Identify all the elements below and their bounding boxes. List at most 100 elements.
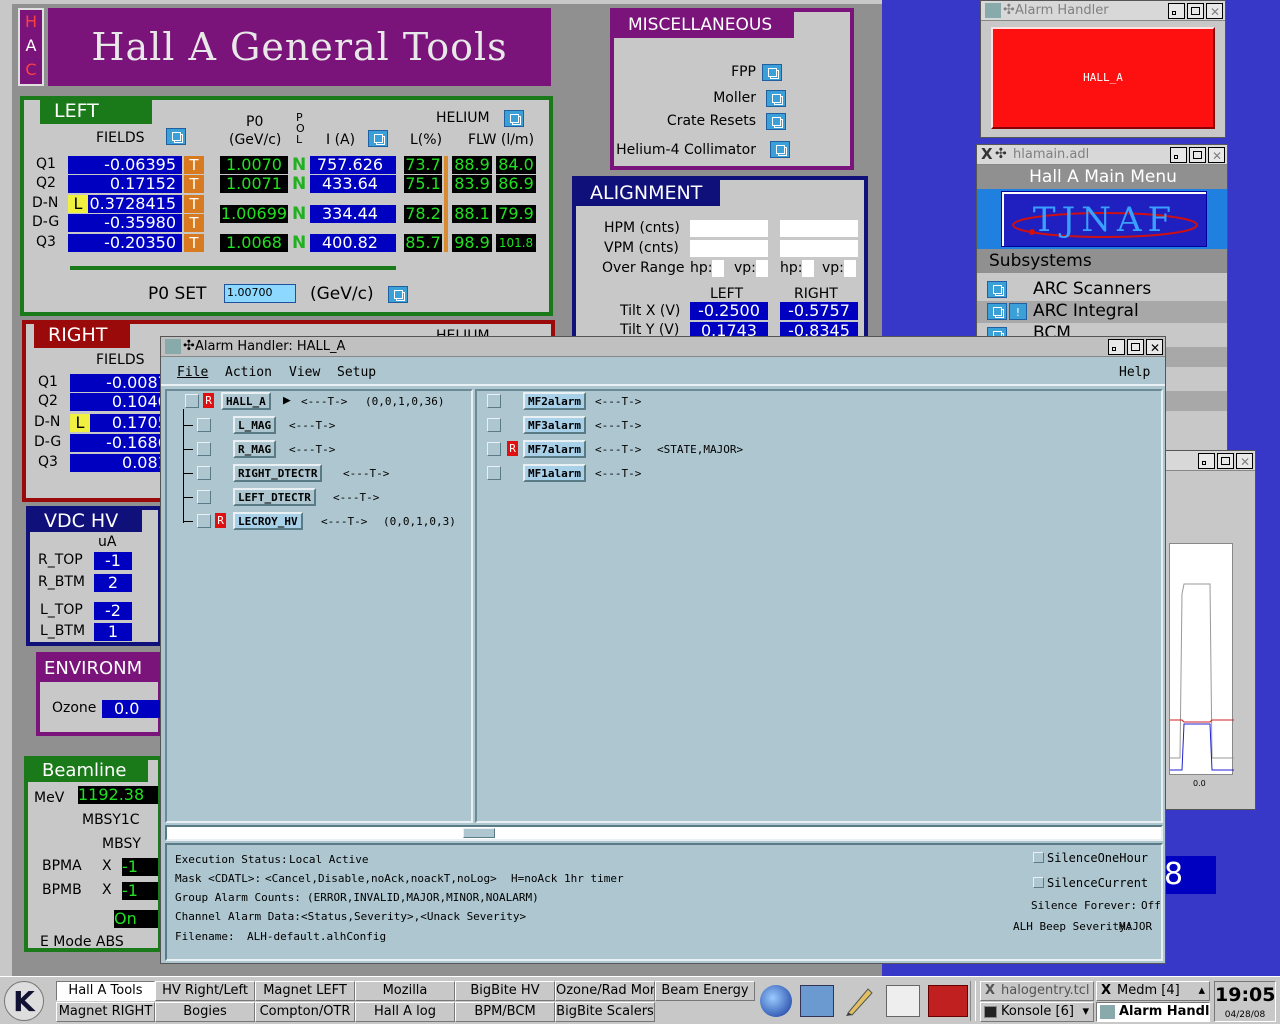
- maximize-button[interactable]: [1189, 147, 1206, 163]
- desktop-button-hall-a-tools[interactable]: Hall A Tools: [56, 981, 155, 1001]
- group-button[interactable]: R_MAG: [233, 440, 277, 458]
- ack-checkbox[interactable]: [487, 418, 501, 432]
- helium-related-button[interactable]: [504, 110, 524, 127]
- alignment-panel: ALIGNMENT HPM (cnts) VPM (cnts) Over Ran…: [572, 176, 868, 356]
- minimize-button[interactable]: [1198, 453, 1215, 469]
- menu-action[interactable]: Action: [225, 365, 272, 380]
- ack-checkbox[interactable]: [197, 514, 211, 528]
- desktop-button-hall-a-log[interactable]: Hall A log: [355, 1002, 455, 1022]
- taskbar: K Hall A Tools HV Right/Left Magnet LEFT…: [0, 976, 1280, 1024]
- level-value: 85.7: [404, 233, 442, 252]
- arc-integral-alert-icon[interactable]: !: [1009, 303, 1027, 320]
- desktop-button-beam-energy[interactable]: Beam Energy: [655, 981, 755, 1001]
- desktop-button-bogies[interactable]: Bogies: [155, 1002, 255, 1022]
- task-alarm-handler[interactable]: Alarm Handler: [1096, 1002, 1210, 1022]
- channel-button[interactable]: MF7alarm: [523, 440, 586, 458]
- maximize-button[interactable]: [1187, 3, 1204, 19]
- group-button[interactable]: LEFT_DTECTR: [233, 488, 316, 506]
- close-button[interactable]: ✕: [1146, 339, 1163, 355]
- desktop-button-bigbite-hv[interactable]: BigBite HV: [455, 981, 555, 1001]
- clock[interactable]: 19:05 04/28/08: [1214, 981, 1276, 1022]
- ack-checkbox[interactable]: [487, 442, 501, 456]
- maximize-button[interactable]: [1127, 339, 1144, 355]
- channel-button[interactable]: MF2alarm: [523, 392, 586, 410]
- maximize-button[interactable]: [1217, 453, 1234, 469]
- moller-button[interactable]: [766, 90, 786, 107]
- terminal-shell-icon[interactable]: [886, 985, 920, 1017]
- ack-checkbox[interactable]: [197, 466, 211, 480]
- p0-set-input[interactable]: 1.00700: [224, 284, 296, 303]
- scrollbar-thumb[interactable]: [463, 828, 495, 838]
- expand-arrow-icon[interactable]: ▶: [283, 393, 291, 408]
- pen-editor-icon[interactable]: [842, 985, 876, 1017]
- vp-label: vp:: [822, 260, 844, 276]
- toolbox-icon[interactable]: [928, 985, 968, 1017]
- globe-icon[interactable]: [760, 985, 792, 1017]
- hall-a-alarm-button[interactable]: HALL_A: [991, 27, 1215, 129]
- task-medm[interactable]: X Medm [4] ▴: [1096, 981, 1210, 1001]
- ack-checkbox[interactable]: [197, 490, 211, 504]
- ack-checkbox[interactable]: [185, 394, 199, 408]
- menu-view[interactable]: View: [289, 365, 320, 380]
- ack-checkbox[interactable]: [487, 394, 501, 408]
- silence-current-checkbox[interactable]: [1033, 877, 1044, 888]
- desktop-button-mozilla[interactable]: Mozilla: [355, 981, 455, 1001]
- polarity-indicator: N: [292, 155, 307, 175]
- alarm-mini-titlebar[interactable]: ✣ Alarm Handler ✕: [981, 1, 1225, 21]
- ack-checkbox[interactable]: [197, 442, 211, 456]
- close-button[interactable]: ✕: [1208, 147, 1225, 163]
- silence-one-hour-checkbox[interactable]: [1033, 852, 1044, 863]
- desktop-button-magnet-right[interactable]: Magnet RIGHT: [56, 1002, 155, 1022]
- sticky-icon[interactable]: ✣: [995, 145, 1007, 164]
- helium-collimator-button[interactable]: [770, 141, 790, 158]
- environment-panel: ENVIRONM Ozone 0.0: [36, 652, 162, 736]
- home-folder-icon[interactable]: [800, 985, 834, 1017]
- arc-integral-button[interactable]: [987, 303, 1007, 320]
- p0-set-related-button[interactable]: [388, 286, 408, 303]
- sticky-icon[interactable]: ✣: [183, 336, 195, 356]
- minimize-button[interactable]: [1108, 339, 1125, 355]
- desktop-button-ozone-rad-mon[interactable]: Ozone/Rad Mon: [555, 981, 655, 1001]
- desktop-button-bigbite-scalers[interactable]: BigBite Scalers: [555, 1002, 655, 1022]
- arc-scanners-button[interactable]: [987, 281, 1007, 298]
- ack-checkbox[interactable]: [487, 466, 501, 480]
- menu-help[interactable]: Help: [1119, 365, 1150, 380]
- alh-titlebar[interactable]: ✣ Alarm Handler: HALL_A ✕: [161, 337, 1165, 357]
- channel-button[interactable]: MF3alarm: [523, 416, 586, 434]
- desktop-button-compton-otr[interactable]: Compton/OTR: [255, 1002, 355, 1022]
- horizontal-scrollbar[interactable]: [165, 825, 1163, 841]
- group-button[interactable]: HALL_A: [221, 392, 271, 410]
- arc-integral-label: ARC Integral: [1033, 301, 1139, 321]
- minimize-button[interactable]: [1168, 3, 1185, 19]
- crate-resets-button[interactable]: [766, 113, 786, 130]
- tesla-button[interactable]: T: [184, 234, 204, 252]
- menu-setup[interactable]: Setup: [337, 365, 376, 380]
- menu-file[interactable]: File: [177, 365, 208, 380]
- group-button[interactable]: RIGHT_DTECTR: [233, 464, 323, 482]
- channel-row: MF3alarm <---T->: [477, 415, 1077, 435]
- tesla-button[interactable]: T: [184, 195, 204, 213]
- tesla-button[interactable]: T: [184, 156, 204, 174]
- desktop-button-bpm-bcm[interactable]: BPM/BCM: [455, 1002, 555, 1022]
- k-menu-icon[interactable]: K: [4, 981, 44, 1021]
- sticky-icon[interactable]: ✣: [1003, 0, 1015, 20]
- minimize-button[interactable]: [1170, 147, 1187, 163]
- tesla-button[interactable]: T: [184, 175, 204, 193]
- close-button[interactable]: ✕: [1206, 3, 1223, 19]
- tjnaf-logo: TJNAF: [1001, 191, 1207, 247]
- row-label: D-G: [34, 434, 62, 450]
- fpp-button[interactable]: [762, 64, 782, 81]
- close-button[interactable]: ✕: [1236, 453, 1253, 469]
- tesla-button[interactable]: T: [184, 214, 204, 232]
- fields-related-button[interactable]: [166, 128, 186, 145]
- group-button[interactable]: LECROY_HV: [233, 512, 303, 530]
- channel-button[interactable]: MF1alarm: [523, 464, 586, 482]
- task-konsole[interactable]: Konsole [6] ▾: [980, 1002, 1094, 1022]
- hlamain-titlebar[interactable]: X ✣ hlamain.adl ✕: [977, 145, 1227, 165]
- desktop-button-hv-right-left[interactable]: HV Right/Left: [155, 981, 255, 1001]
- desktop-button-magnet-left[interactable]: Magnet LEFT: [255, 981, 355, 1001]
- task-halogentry[interactable]: Xhalogentry.tcl #: [980, 981, 1094, 1001]
- ack-checkbox[interactable]: [197, 418, 211, 432]
- group-button[interactable]: L_MAG: [233, 416, 277, 434]
- current-related-button[interactable]: [368, 130, 388, 147]
